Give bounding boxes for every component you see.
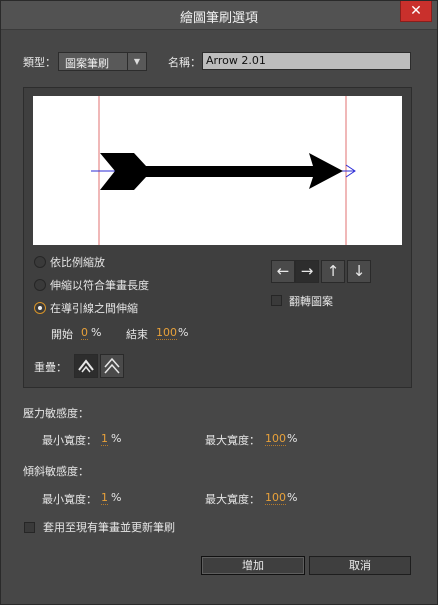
start-value[interactable]: 0 bbox=[81, 326, 88, 340]
close-button[interactable]: ✕ bbox=[400, 1, 432, 22]
radio-fit-stroke-label: 伸縮以符合筆畫長度 bbox=[50, 279, 149, 292]
end-unit: % bbox=[178, 326, 189, 339]
flip-checkbox[interactable] bbox=[271, 295, 282, 306]
arrow-preview-graphic bbox=[91, 96, 356, 245]
overlap-label: 重疊： bbox=[34, 361, 67, 374]
arrow-right-icon: → bbox=[300, 262, 314, 280]
tilt-max-unit: % bbox=[287, 491, 298, 504]
flip-label: 翻轉圖案 bbox=[289, 295, 333, 308]
pressure-label: 壓力敏感度： bbox=[23, 407, 89, 420]
end-value[interactable]: 100 bbox=[156, 326, 177, 340]
cancel-button[interactable]: 取消 bbox=[309, 556, 411, 575]
brush-preview bbox=[33, 96, 402, 245]
radio-between-guides-label: 在導引線之間伸縮 bbox=[50, 302, 138, 315]
tilt-max-value[interactable]: 100 bbox=[265, 491, 286, 505]
name-label: 名稱： bbox=[168, 56, 201, 69]
name-input[interactable]: Arrow 2.01 bbox=[202, 52, 411, 70]
arrow-left-button[interactable]: ← bbox=[271, 260, 295, 283]
add-button[interactable]: 增加 bbox=[201, 556, 305, 575]
chevron-down-icon: ▼ bbox=[127, 53, 146, 70]
arrow-up-icon: ↑ bbox=[326, 262, 340, 280]
tilt-min-value[interactable]: 1 bbox=[101, 491, 108, 505]
dialog-title: 繪圖筆刷選項 bbox=[179, 11, 258, 26]
pressure-max-label: 最大寬度： bbox=[205, 434, 260, 447]
pattern-panel: 依比例縮放 伸縮以符合筆畫長度 在導引線之間伸縮 ← → ↑ ↓ 翻轉圖案 開始… bbox=[23, 87, 412, 388]
apply-existing-checkbox[interactable] bbox=[24, 522, 35, 533]
pressure-min-unit: % bbox=[111, 432, 122, 445]
pressure-min-value[interactable]: 1 bbox=[101, 432, 108, 446]
end-label: 結束 bbox=[126, 328, 148, 341]
type-select-value: 圖案筆刷 bbox=[65, 57, 109, 70]
tilt-label: 傾斜敏感度： bbox=[23, 465, 89, 478]
pressure-max-unit: % bbox=[287, 432, 298, 445]
type-label: 類型： bbox=[23, 56, 56, 69]
tilt-min-unit: % bbox=[111, 491, 122, 504]
overlap-none-icon bbox=[104, 357, 120, 374]
arrow-shape bbox=[100, 153, 343, 190]
pressure-max-value[interactable]: 100 bbox=[265, 432, 286, 446]
arrow-down-icon: ↓ bbox=[352, 262, 366, 280]
arrow-down-button[interactable]: ↓ bbox=[347, 260, 371, 283]
radio-proportional[interactable] bbox=[34, 256, 46, 268]
type-select[interactable]: 圖案筆刷 ▼ bbox=[58, 52, 147, 71]
pressure-min-label: 最小寬度： bbox=[42, 434, 97, 447]
brush-options-dialog: 繪圖筆刷選項 ✕ 類型： 圖案筆刷 ▼ 名稱： Arrow 2.01 依比例縮放… bbox=[0, 0, 438, 605]
radio-fit-stroke[interactable] bbox=[34, 279, 46, 291]
apply-existing-label: 套用至現有筆畫並更新筆刷 bbox=[43, 521, 175, 534]
tilt-max-label: 最大寬度： bbox=[205, 493, 260, 506]
start-unit: % bbox=[91, 326, 102, 339]
tilt-min-label: 最小寬度： bbox=[42, 493, 97, 506]
radio-between-guides[interactable] bbox=[34, 302, 46, 314]
radio-proportional-label: 依比例縮放 bbox=[50, 256, 105, 269]
start-label: 開始 bbox=[51, 328, 73, 341]
overlap-adjust-icon bbox=[78, 359, 94, 373]
overlap-adjust-button[interactable] bbox=[74, 354, 98, 378]
arrow-left-icon: ← bbox=[276, 262, 290, 280]
name-input-value: Arrow 2.01 bbox=[206, 54, 266, 67]
overlap-none-button[interactable] bbox=[100, 354, 124, 378]
arrow-up-button[interactable]: ↑ bbox=[321, 260, 345, 283]
arrow-right-button[interactable]: → bbox=[295, 260, 319, 283]
title-bar[interactable]: 繪圖筆刷選項 ✕ bbox=[1, 1, 437, 30]
